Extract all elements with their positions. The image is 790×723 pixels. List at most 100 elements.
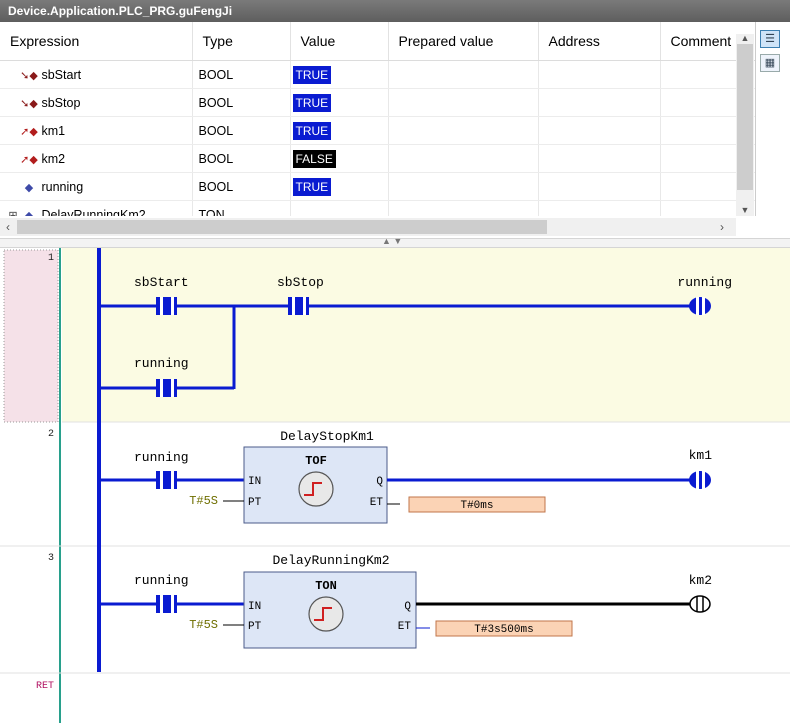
fb-pin-in: IN xyxy=(248,601,261,613)
timer-clock-icon xyxy=(308,596,344,632)
window-title: Device.Application.PLC_PRG.guFengJi xyxy=(0,0,790,22)
vertical-scroll-thumb[interactable] xyxy=(737,44,753,190)
contact-running[interactable] xyxy=(156,595,177,613)
expression-text: km2 xyxy=(41,151,66,166)
fb-pin-in: IN xyxy=(248,476,261,488)
column-header-expression[interactable]: Expression xyxy=(0,22,193,61)
expression-text: running xyxy=(41,179,84,194)
value-badge: FALSE xyxy=(292,149,336,168)
coil-running[interactable] xyxy=(689,297,711,315)
table-row[interactable]: ➚◆ km1 BOOL TRUE xyxy=(0,116,755,145)
expand-plus-icon[interactable]: ⊞ xyxy=(6,209,20,217)
type-cell: BOOL xyxy=(192,116,291,145)
coil-label: km2 xyxy=(689,573,712,588)
pt-input-value[interactable]: T#5S xyxy=(189,494,218,508)
value-badge: TRUE xyxy=(292,121,332,140)
network-number: 3 xyxy=(48,553,54,564)
fb-pin-et: ET xyxy=(398,621,412,633)
input-variable-icon: ➘◆ xyxy=(20,69,38,82)
column-header-address[interactable]: Address xyxy=(538,22,661,61)
type-cell: BOOL xyxy=(192,172,291,201)
watch-grid: Expression Type Value Prepared value Add… xyxy=(0,22,756,216)
expression-text: sbStop xyxy=(41,95,81,110)
prepared-value-cell[interactable] xyxy=(388,88,539,117)
prepared-value-cell[interactable] xyxy=(388,172,539,201)
ladder-editor: 1 2 3 RET sbStart sbStop running running… xyxy=(0,248,790,723)
output-variable-icon: ➚◆ xyxy=(20,125,38,138)
column-header-value[interactable]: Value xyxy=(290,22,389,61)
fb-pin-pt: PT xyxy=(248,497,262,509)
type-cell: TON xyxy=(192,200,291,216)
table-row[interactable]: ◆ running BOOL TRUE xyxy=(0,172,755,201)
expression-cell: ➚◆ km1 xyxy=(0,116,193,145)
fb-instance-name: DelayRunningKm2 xyxy=(272,553,389,568)
table-row[interactable]: ➚◆ km2 BOOL FALSE xyxy=(0,144,755,173)
pt-input-value[interactable]: T#5S xyxy=(189,618,218,632)
expression-cell: ➘◆ sbStart xyxy=(0,60,193,89)
scroll-up-arrow-icon[interactable]: ▲ xyxy=(736,32,754,44)
value-cell[interactable] xyxy=(290,200,389,216)
network-number: 2 xyxy=(48,429,54,440)
horizontal-scroll-thumb[interactable] xyxy=(17,220,547,234)
horizontal-scrollbar[interactable]: ‹ › xyxy=(0,218,736,236)
contact-sbstart[interactable] xyxy=(156,297,177,315)
et-output-value: T#3s500ms xyxy=(474,624,533,636)
view-toggle-group: ☰ ▦ xyxy=(758,28,784,78)
fb-type-label: TOF xyxy=(305,454,327,468)
type-cell: BOOL xyxy=(192,144,291,173)
scroll-right-arrow-icon[interactable]: › xyxy=(714,218,730,236)
timer-clock-icon xyxy=(298,471,334,507)
value-badge: TRUE xyxy=(292,93,332,112)
panel-splitter[interactable]: ▲ ▼ xyxy=(0,236,790,248)
fb-instance-name: DelayStopKm1 xyxy=(280,429,374,444)
coil-label: km1 xyxy=(689,448,713,463)
address-cell xyxy=(538,172,661,201)
coil-label: running xyxy=(677,275,732,290)
expression-text: DelayRunningKm2 xyxy=(41,207,146,217)
column-header-prepared-value[interactable]: Prepared value xyxy=(388,22,539,61)
return-label: RET xyxy=(36,681,54,692)
fb-pin-pt: PT xyxy=(248,621,262,633)
fb-type-label: TON xyxy=(315,579,337,593)
contact-sbstop[interactable] xyxy=(288,297,309,315)
value-cell[interactable]: FALSE xyxy=(290,144,389,173)
expression-cell: ➚◆ km2 xyxy=(0,144,193,173)
contact-label: running xyxy=(134,450,189,465)
network-gutter-selected xyxy=(3,249,59,423)
type-cell: BOOL xyxy=(192,88,291,117)
variable-icon: ◆ xyxy=(24,181,34,194)
text-view-icon[interactable]: ☰ xyxy=(760,30,780,48)
vertical-scrollbar[interactable]: ▲ ▼ xyxy=(736,32,754,216)
address-cell xyxy=(538,116,661,145)
contact-running[interactable] xyxy=(156,471,177,489)
variable-icon: ◆ xyxy=(24,209,34,217)
prepared-value-cell[interactable] xyxy=(388,200,539,216)
network-number: 1 xyxy=(48,253,54,264)
value-cell[interactable]: TRUE xyxy=(290,172,389,201)
table-row[interactable]: ➘◆ sbStart BOOL TRUE xyxy=(0,60,755,89)
contact-running[interactable] xyxy=(156,379,177,397)
value-badge: TRUE xyxy=(292,177,332,196)
address-cell xyxy=(538,88,661,117)
table-row[interactable]: ⊞ ◆ DelayRunningKm2 TON xyxy=(0,200,755,217)
coil-km2[interactable] xyxy=(689,595,711,613)
value-cell[interactable]: TRUE xyxy=(290,60,389,89)
prepared-value-cell[interactable] xyxy=(388,60,539,89)
prepared-value-cell[interactable] xyxy=(388,144,539,173)
prepared-value-cell[interactable] xyxy=(388,116,539,145)
address-cell xyxy=(538,144,661,173)
expression-cell: ➘◆ sbStop xyxy=(0,88,193,117)
type-cell: BOOL xyxy=(192,60,291,89)
watch-table: Expression Type Value Prepared value Add… xyxy=(0,22,755,217)
table-row[interactable]: ➘◆ sbStop BOOL TRUE xyxy=(0,88,755,117)
value-cell[interactable]: TRUE xyxy=(290,116,389,145)
table-view-icon[interactable]: ▦ xyxy=(760,54,780,72)
contact-label: running xyxy=(134,356,189,371)
scroll-down-arrow-icon[interactable]: ▼ xyxy=(736,204,754,216)
value-cell[interactable]: TRUE xyxy=(290,88,389,117)
coil-km1[interactable] xyxy=(689,471,711,489)
column-header-type[interactable]: Type xyxy=(192,22,291,61)
fb-pin-q: Q xyxy=(404,601,411,613)
scroll-left-arrow-icon[interactable]: ‹ xyxy=(0,218,16,236)
watch-panel: Expression Type Value Prepared value Add… xyxy=(0,22,790,238)
